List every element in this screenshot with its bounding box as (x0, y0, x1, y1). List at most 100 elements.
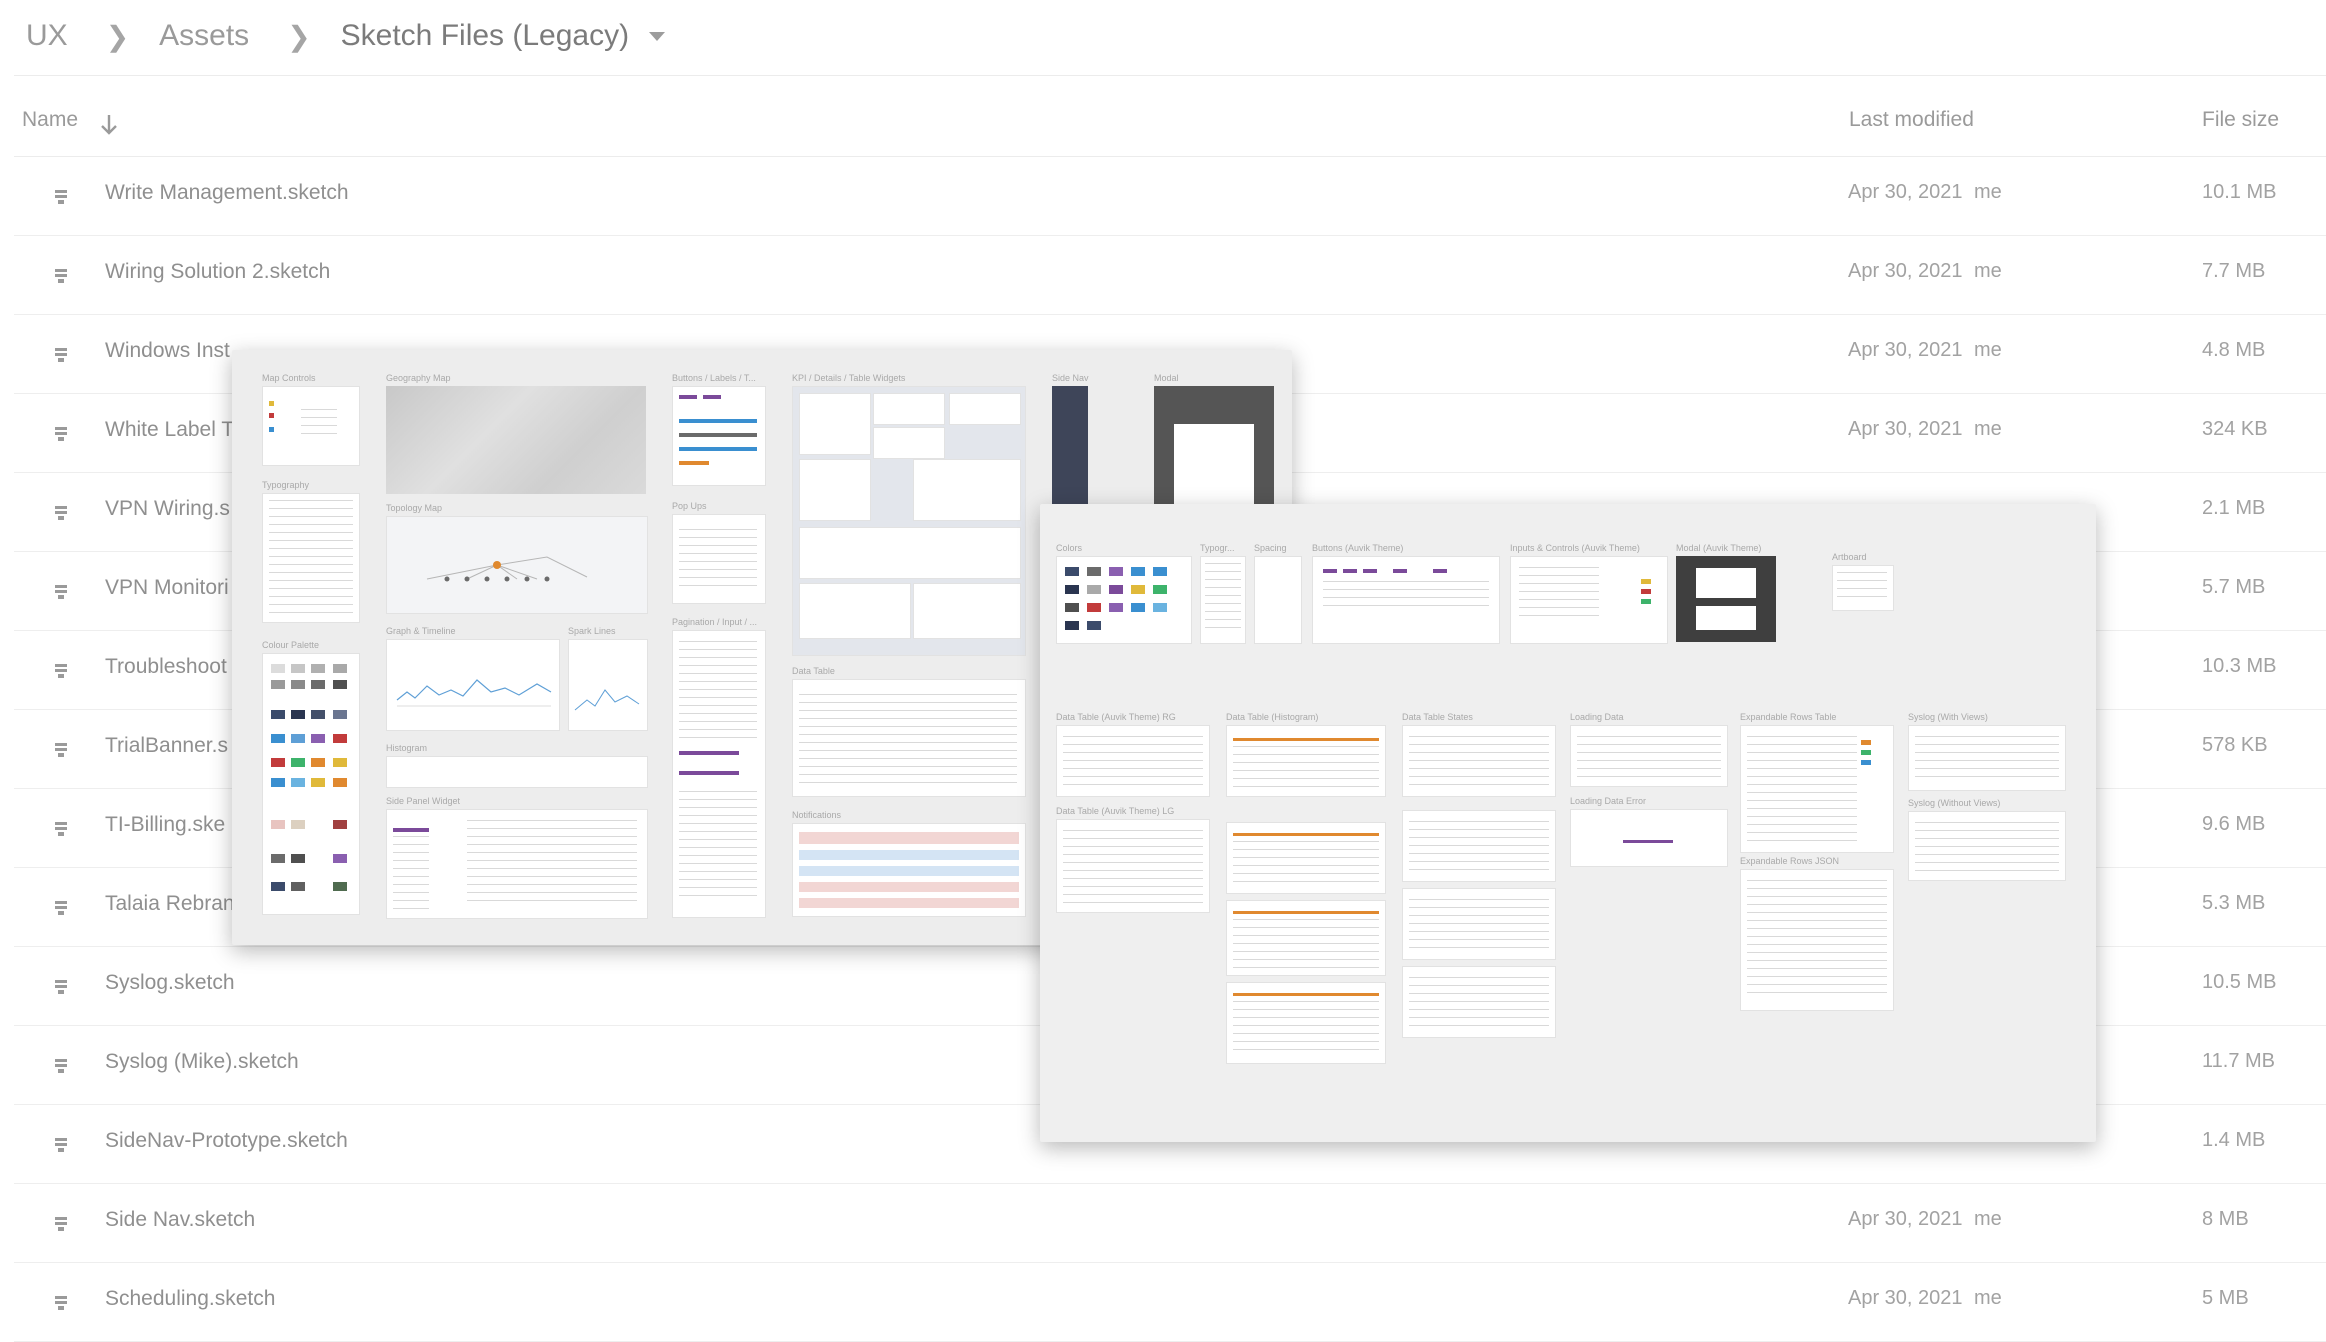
sketch-preview-auvik-theme: Colors Typogr... Spacing Buttons (Auvik … (1040, 504, 2096, 1142)
file-name[interactable]: Windows Inst (105, 339, 230, 363)
last-modified-date: Apr 30, 2021 (1848, 1287, 1963, 1309)
artboard-label: Typography (262, 480, 310, 490)
artboard-kpi-widgets (792, 386, 1026, 656)
artboard-data-table-lg (1056, 819, 1210, 913)
file-name[interactable]: Syslog.sketch (105, 971, 235, 995)
artboard-spacing (1254, 556, 1302, 644)
file-size: 4.8 MB (2202, 339, 2266, 361)
artboard-label: Graph & Timeline (386, 626, 456, 636)
header-divider (14, 75, 2326, 76)
file-name[interactable]: Write Management.sketch (105, 181, 349, 205)
artboard-map-controls (262, 386, 360, 466)
file-row[interactable]: Wiring Solution 2.sketch Apr 30, 2021 me 7.… (14, 236, 2326, 315)
file-name[interactable]: VPN Monitori (105, 576, 229, 600)
artboard-label: Syslog (Without Views) (1908, 798, 2001, 808)
last-modified-date: Apr 30, 2021 (1848, 418, 1963, 440)
column-header-file-size[interactable]: File size (2202, 108, 2279, 132)
artboard-label: Artboard (1832, 552, 1867, 562)
last-modified-date: Apr 30, 2021 (1848, 181, 1963, 203)
file-name[interactable]: TI-Billing.ske (105, 813, 225, 837)
chevron-down-icon[interactable] (649, 31, 666, 41)
artboard-label: Typogr... (1200, 543, 1235, 553)
file-icon (55, 664, 67, 678)
file-size: 1.4 MB (2202, 1129, 2266, 1151)
artboard-histogram (386, 756, 648, 788)
artboard-label: Pop Ups (672, 501, 707, 511)
last-modified-date: Apr 30, 2021 (1848, 260, 1963, 282)
artboard-label: Spacing (1254, 543, 1287, 553)
artboard-label: KPI / Details / Table Widgets (792, 373, 906, 383)
artboard-label: Inputs & Controls (Auvik Theme) (1510, 543, 1640, 553)
file-icon (55, 348, 67, 362)
file-icon (55, 901, 67, 915)
artboard-topology-map (386, 516, 648, 614)
file-size: 5 MB (2202, 1287, 2249, 1309)
file-name[interactable]: Syslog (Mike).sketch (105, 1050, 299, 1074)
file-size: 11.7 MB (2202, 1050, 2275, 1072)
last-modified-by: me (1974, 418, 2002, 440)
last-modified-date: Apr 30, 2021 (1848, 339, 1963, 361)
file-name[interactable]: SideNav-Prototype.sketch (105, 1129, 348, 1153)
breadcrumb-ux[interactable]: UX (26, 19, 68, 53)
artboard-pagination-input (672, 630, 766, 918)
artboard-data-table-states-3 (1402, 888, 1556, 960)
artboard-label: Side Panel Widget (386, 796, 461, 806)
artboard-data-table-states-4 (1402, 966, 1556, 1038)
artboard-side-panel-widget (386, 809, 648, 919)
artboard-data-table-states-1 (1402, 725, 1556, 797)
artboard-label: Topology Map (386, 503, 443, 513)
file-icon (55, 1059, 67, 1073)
artboard-data-table-states-2 (1402, 810, 1556, 882)
file-row[interactable]: Side Nav.sketch Apr 30, 2021 me 8 MB (14, 1184, 2326, 1263)
file-row[interactable]: Write Management.sketch Apr 30, 2021 me 10.… (14, 157, 2326, 236)
file-icon (55, 1138, 67, 1152)
file-name[interactable]: Talaia Rebran (105, 892, 235, 916)
last-modified-by: me (1974, 260, 2002, 282)
breadcrumb-current-folder[interactable]: Sketch Files (Legacy) (341, 19, 629, 53)
artboard-label: Colors (1056, 543, 1083, 553)
artboard-colour-palette (262, 653, 360, 915)
breadcrumb-assets[interactable]: Assets (159, 19, 249, 53)
file-name[interactable]: Scheduling.sketch (105, 1287, 275, 1311)
file-size: 2.1 MB (2202, 497, 2266, 519)
file-name[interactable]: VPN Wiring.s (105, 497, 230, 521)
artboard-label: Data Table (792, 666, 835, 676)
file-icon (55, 427, 67, 441)
artboard-label: Pagination / Input / ... (672, 617, 758, 627)
last-modified-date: Apr 30, 2021 (1848, 1208, 1963, 1230)
artboard-label: Expandable Rows Table (1740, 712, 1837, 722)
artboard-data-table-rg (1056, 725, 1210, 797)
artboard-label: Modal (1154, 373, 1179, 383)
file-name[interactable]: Side Nav.sketch (105, 1208, 255, 1232)
sort-arrow-down-icon[interactable] (98, 112, 120, 138)
file-icon (55, 822, 67, 836)
column-header-last-modified[interactable]: Last modified (1849, 108, 1974, 132)
last-modified-by: me (1974, 339, 2002, 361)
artboard-graph-timeline (386, 639, 560, 731)
breadcrumb: UX ❯ Assets ❯ Sketch Files (Legacy) (26, 14, 666, 58)
artboard-pop-ups (672, 514, 766, 604)
column-header-name[interactable]: Name (22, 108, 78, 132)
artboard-expandable-rows-table (1740, 725, 1894, 853)
file-name[interactable]: Troubleshoot (105, 655, 227, 679)
artboard-label: Notifications (792, 810, 842, 820)
artboard-label: Side Nav (1052, 373, 1089, 383)
file-icon (55, 980, 67, 994)
file-name[interactable]: Wiring Solution 2.sketch (105, 260, 330, 284)
artboard-data-table-histogram-4 (1226, 982, 1386, 1064)
file-name[interactable]: White Label T (105, 418, 234, 442)
artboard-label: Data Table States (1402, 712, 1473, 722)
artboard-modal-auvik (1676, 556, 1776, 642)
artboard-syslog-with-views (1908, 725, 2066, 791)
file-icon (55, 585, 67, 599)
artboard-label: Loading Data Error (1570, 796, 1647, 806)
file-size: 324 KB (2202, 418, 2268, 440)
file-name[interactable]: TrialBanner.s (105, 734, 228, 758)
file-size: 578 KB (2202, 734, 2268, 756)
artboard-data-table-histogram-3 (1226, 900, 1386, 976)
artboard-blank (1832, 565, 1894, 611)
file-icon (55, 743, 67, 757)
artboard-inputs-auvik (1510, 556, 1668, 644)
file-row[interactable]: Scheduling.sketch Apr 30, 2021 me 5 MB (14, 1263, 2326, 1342)
file-size: 5.3 MB (2202, 892, 2266, 914)
